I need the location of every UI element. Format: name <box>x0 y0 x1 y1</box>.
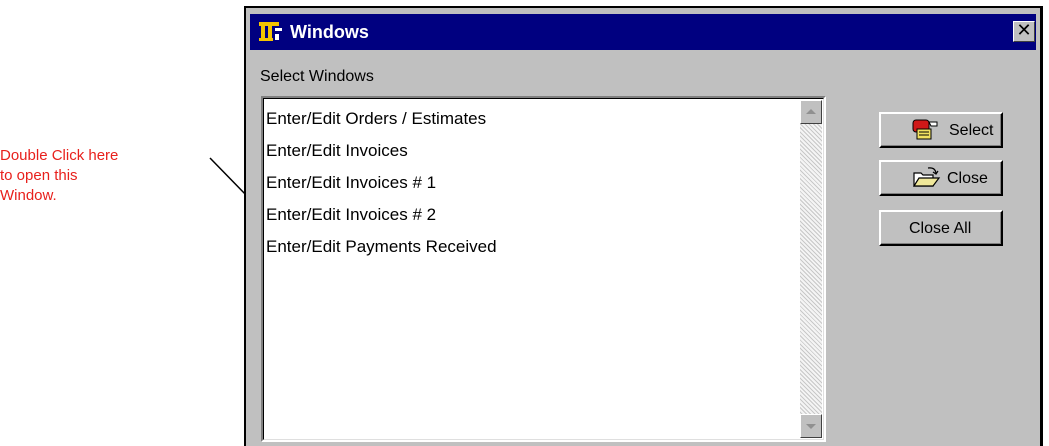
dialog-title: Windows <box>290 22 369 42</box>
annotation-text: Double Click here to open this Window. <box>0 146 200 206</box>
select-button-label: Select <box>949 122 994 139</box>
annotation-line: Window. <box>0 187 57 204</box>
hand-pointing-icon <box>912 119 938 140</box>
windows-listbox[interactable]: Enter/Edit Orders / Estimates Enter/Edit… <box>261 96 826 442</box>
list-item[interactable]: Enter/Edit Invoices <box>266 141 497 173</box>
arrow-down-icon <box>806 424 816 429</box>
annotation-line: to open this <box>0 167 78 184</box>
windows-dialog: Windows ✕ Select Windows Enter/Edit Orde… <box>244 6 1043 446</box>
annotation-line: Double Click here <box>0 147 119 164</box>
select-windows-label: Select Windows <box>260 68 374 85</box>
vertical-scrollbar[interactable] <box>800 100 822 438</box>
arrow-up-icon <box>806 109 816 114</box>
list-item[interactable]: Enter/Edit Invoices # 2 <box>266 205 497 237</box>
app-logo-icon <box>259 22 282 41</box>
close-all-button-label: Close All <box>909 220 972 237</box>
list-item[interactable]: Enter/Edit Payments Received <box>266 237 497 269</box>
select-button[interactable]: Select <box>879 112 1003 148</box>
close-all-button[interactable]: Close All <box>879 210 1003 246</box>
list-item[interactable]: Enter/Edit Invoices # 1 <box>266 173 497 205</box>
scroll-down-button[interactable] <box>800 414 822 438</box>
close-button[interactable]: Close <box>879 160 1003 196</box>
list-item[interactable]: Enter/Edit Orders / Estimates <box>266 109 497 141</box>
title-bar[interactable]: Windows ✕ <box>250 14 1036 50</box>
close-icon[interactable]: ✕ <box>1013 21 1035 42</box>
close-button-label: Close <box>947 170 988 187</box>
folder-open-icon <box>912 167 941 187</box>
scroll-up-button[interactable] <box>800 100 822 124</box>
